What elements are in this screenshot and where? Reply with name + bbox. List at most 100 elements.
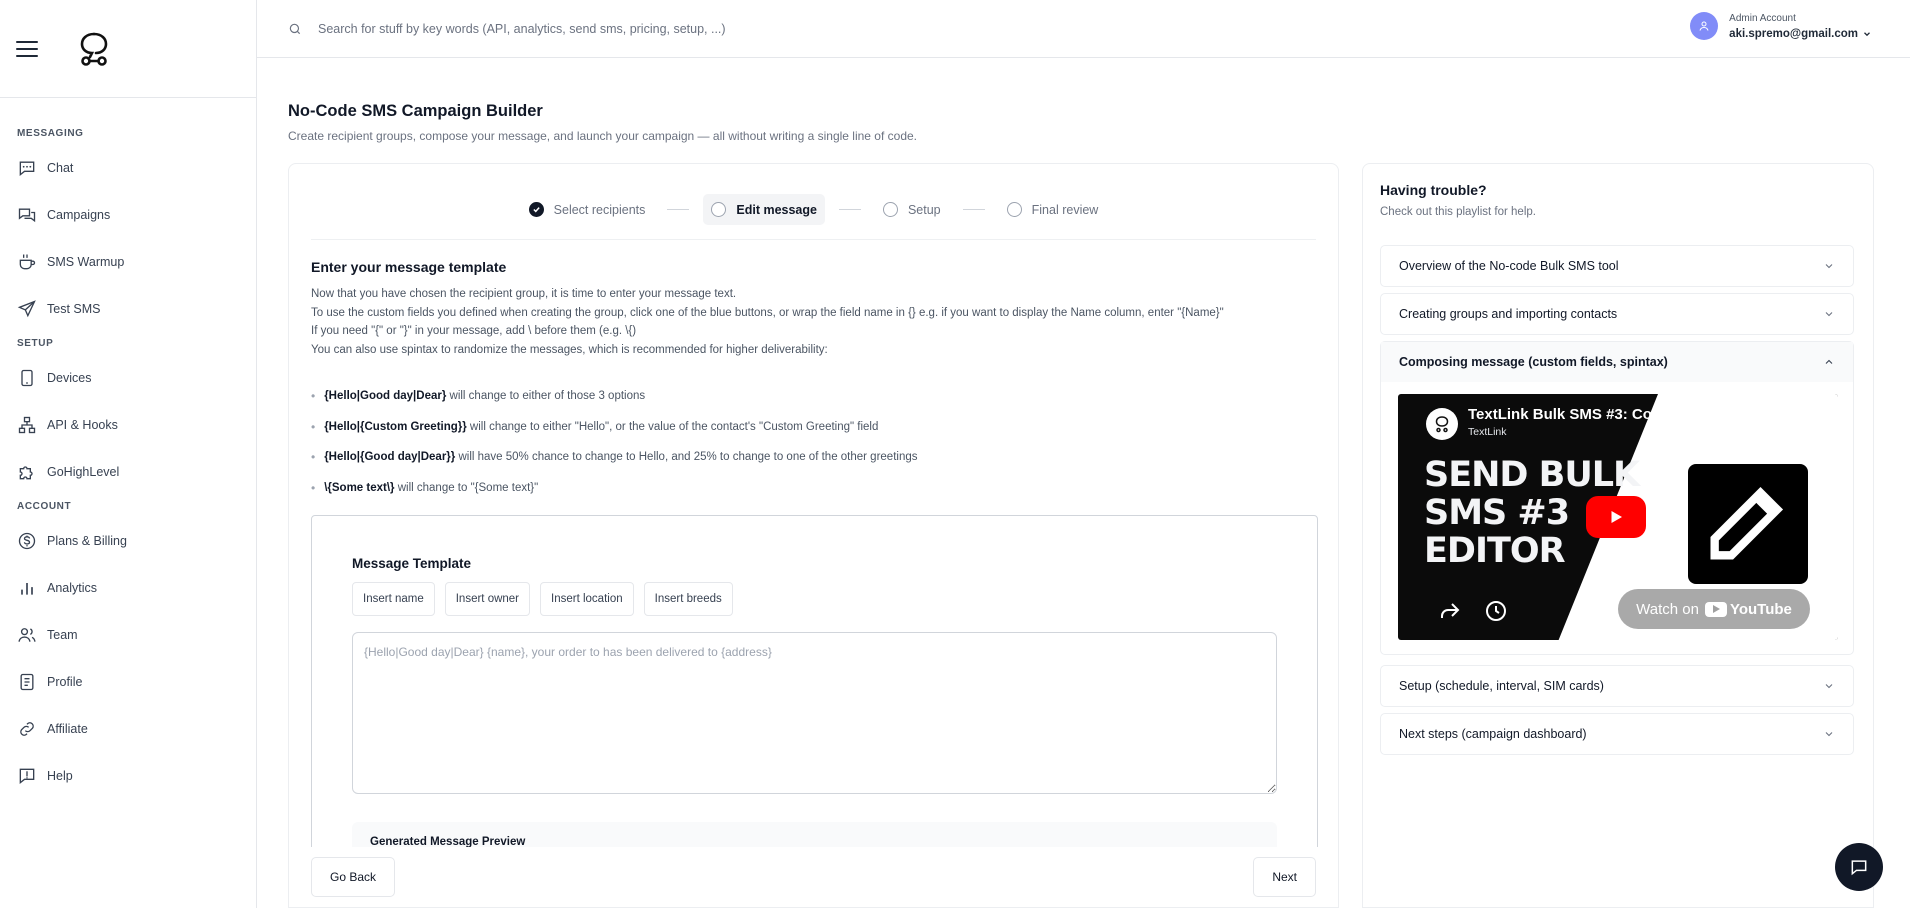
sidebar-item-plans-billing[interactable]: Plans & Billing xyxy=(17,517,239,564)
accordion-title: Next steps (campaign dashboard) xyxy=(1399,727,1587,741)
chat-icon xyxy=(19,161,35,176)
insert-breeds-button[interactable]: Insert breeds xyxy=(643,582,733,616)
sidebar-item-label: SMS Warmup xyxy=(47,254,125,269)
search-input[interactable] xyxy=(318,21,918,36)
sidebar-item-label: GoHighLevel xyxy=(47,464,120,479)
instruction-line: If you need "{" or "}" in your message, … xyxy=(311,325,637,337)
spintax-examples: {Hello|Good day|Dear} will change to eit… xyxy=(311,381,918,504)
accordion-item[interactable]: Creating groups and importing contacts xyxy=(1380,293,1854,335)
list-item: {Hello|Good day|Dear} will change to eit… xyxy=(311,381,918,412)
sidebar-item-chat[interactable]: Chat xyxy=(17,144,239,191)
youtube-embed[interactable]: TextLink Bulk SMS #3: Composing the mess… xyxy=(1398,394,1838,640)
step-edit-message[interactable]: Edit message xyxy=(703,194,825,225)
accordion-header[interactable]: Next steps (campaign dashboard) xyxy=(1381,714,1853,754)
sidebar-item-devices[interactable]: Devices xyxy=(17,354,239,401)
template-instructions: Now that you have chosen the recipient g… xyxy=(311,285,1321,359)
account-email: aki.spremo@gmail.com xyxy=(1729,27,1858,40)
instruction-line: You can also use spintax to randomize th… xyxy=(311,343,828,356)
accordion-item[interactable]: Overview of the No-code Bulk SMS tool xyxy=(1380,245,1854,287)
chevron-down-icon xyxy=(1825,732,1833,737)
insert-owner-button[interactable]: Insert owner xyxy=(444,582,531,616)
sidebar-item-label: Team xyxy=(47,627,78,642)
accordion-header[interactable]: Overview of the No-code Bulk SMS tool xyxy=(1381,246,1853,286)
next-button[interactable]: Next xyxy=(1253,857,1316,897)
step-select-recipients[interactable]: Select recipients xyxy=(521,194,654,225)
instruction-line: Now that you have chosen the recipient g… xyxy=(311,288,737,300)
watch-later-icon[interactable] xyxy=(1484,599,1508,623)
sidebar-item-campaigns[interactable]: Campaigns xyxy=(17,191,239,238)
step-setup[interactable]: Setup xyxy=(875,194,949,225)
chat-support-button[interactable] xyxy=(1835,843,1883,891)
video-title[interactable]: TextLink Bulk SMS #3: Composing the mess… xyxy=(1468,406,1801,423)
textlink-logo-icon[interactable] xyxy=(78,31,110,67)
list-item: \{Some text\} will change to "{Some text… xyxy=(311,473,918,504)
accordion-item[interactable]: Setup (schedule, interval, SIM cards) xyxy=(1380,665,1854,707)
top-bar: Admin Account aki.spremo@gmail.com xyxy=(257,0,1910,58)
step-connector xyxy=(667,209,690,210)
instruction-line: To use the custom fields you defined whe… xyxy=(311,306,1224,319)
message-template-label: Message Template xyxy=(352,556,472,571)
page-title: No-Code SMS Campaign Builder xyxy=(288,102,543,120)
campaigns-icon xyxy=(18,208,36,222)
hamburger-menu-icon[interactable] xyxy=(16,40,38,57)
step-circle-icon xyxy=(1006,202,1022,217)
sidebar-item-profile[interactable]: Profile xyxy=(17,658,239,705)
accordion-header[interactable]: Setup (schedule, interval, SIM cards) xyxy=(1381,666,1853,706)
step-label: Final review xyxy=(1031,202,1099,217)
chevron-down-icon xyxy=(1825,312,1833,317)
sidebar-item-analytics[interactable]: Analytics xyxy=(17,564,239,611)
insert-location-button[interactable]: Insert location xyxy=(540,582,634,616)
chat-bubble-icon xyxy=(1851,860,1867,876)
account-menu[interactable]: Admin Account aki.spremo@gmail.com xyxy=(1690,12,1872,40)
accordion-header[interactable]: Creating groups and importing contacts xyxy=(1381,294,1853,334)
sidebar-item-label: API & Hooks xyxy=(47,417,118,432)
accordion-item-open[interactable]: Composing message (custom fields, spinta… xyxy=(1380,341,1854,655)
step-circle-icon xyxy=(711,202,727,217)
link-icon xyxy=(20,721,34,736)
sidebar-item-label: Plans & Billing xyxy=(47,533,127,548)
chevron-down-icon xyxy=(1825,684,1833,689)
sidebar-item-affiliate[interactable]: Affiliate xyxy=(17,705,239,752)
pencil-icon xyxy=(1710,486,1784,560)
list-item: {Hello|{Good day|Dear}} will have 50% ch… xyxy=(311,442,917,473)
sidebar: MESSAGING Chat Campaigns SMS Warmup Test… xyxy=(0,0,257,908)
accordion-item[interactable]: Next steps (campaign dashboard) xyxy=(1380,713,1854,755)
share-icon[interactable] xyxy=(1438,599,1462,623)
sidebar-item-team[interactable]: Team xyxy=(17,611,239,658)
sidebar-item-gohighlevel[interactable]: GoHighLevel xyxy=(17,448,239,495)
step-label: Edit message xyxy=(736,202,817,217)
channel-logo-icon xyxy=(1426,408,1458,440)
accordion-title: Creating groups and importing contacts xyxy=(1399,307,1618,321)
sidebar-item-test-sms[interactable]: Test SMS xyxy=(17,285,239,332)
stepper: Select recipients Edit message Setup Fin… xyxy=(289,194,1338,225)
team-icon xyxy=(18,627,36,642)
api-icon xyxy=(18,416,36,433)
accordion-title: Overview of the No-code Bulk SMS tool xyxy=(1399,259,1619,273)
go-back-button[interactable]: Go Back xyxy=(311,857,396,897)
check-circle-icon xyxy=(528,202,544,217)
accordion-header[interactable]: Composing message (custom fields, spinta… xyxy=(1381,342,1853,382)
cup-icon xyxy=(19,254,36,269)
chevron-up-icon xyxy=(1825,359,1833,364)
template-heading: Enter your message template xyxy=(311,259,507,275)
sidebar-item-sms-warmup[interactable]: SMS Warmup xyxy=(17,238,239,285)
dollar-icon xyxy=(18,532,36,549)
sidebar-section-setup: SETUP Devices API & Hooks GoHighLevel xyxy=(0,336,256,495)
profile-icon xyxy=(20,673,34,690)
step-final-review[interactable]: Final review xyxy=(999,194,1107,225)
insert-field-buttons: Insert name Insert owner Insert location… xyxy=(352,582,733,616)
step-connector xyxy=(838,209,861,210)
sidebar-item-label: Profile xyxy=(47,674,83,689)
analytics-icon xyxy=(21,582,33,595)
sidebar-item-api-hooks[interactable]: API & Hooks xyxy=(17,401,239,448)
sidebar-item-help[interactable]: Help xyxy=(17,752,239,799)
help-subtitle: Check out this playlist for help. xyxy=(1380,206,1536,218)
sidebar-item-label: Analytics xyxy=(47,580,98,595)
message-template-textarea[interactable] xyxy=(352,632,1277,794)
sidebar-item-label: Affiliate xyxy=(47,721,88,736)
step-connector xyxy=(962,209,985,210)
device-icon xyxy=(21,369,33,386)
play-button-icon[interactable] xyxy=(1586,496,1646,538)
insert-name-button[interactable]: Insert name xyxy=(352,582,435,616)
watch-on-youtube-button[interactable]: Watch on YouTube xyxy=(1618,589,1810,629)
